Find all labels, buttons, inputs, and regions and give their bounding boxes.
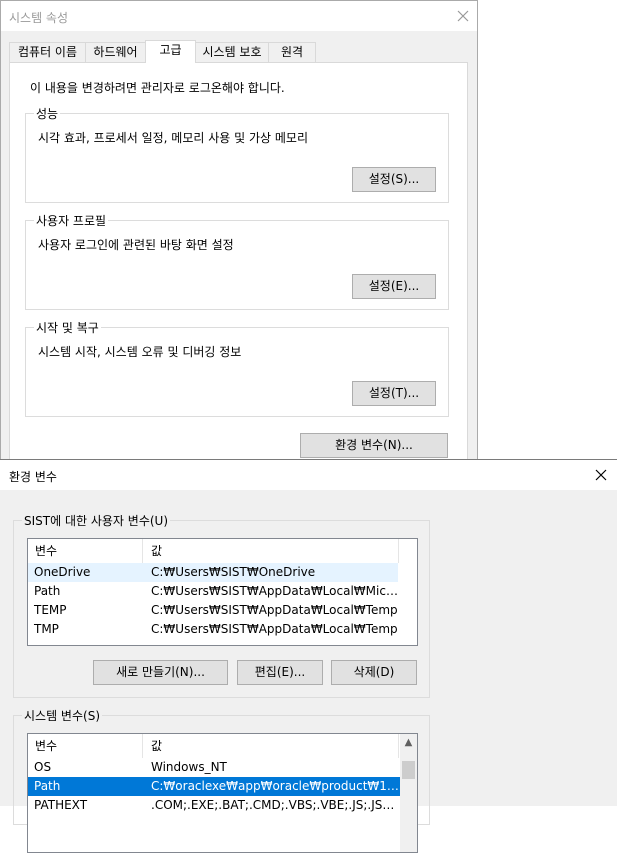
variable-value: C:₩Users₩SIST₩AppData₩Local₩Microsoft... [151, 584, 399, 598]
variable-value: C:₩oraclexe₩app₩oracle₩product₩11.2.0... [151, 779, 399, 793]
environment-variables-window: 환경 변수 SIST에 대한 사용자 변수(U) 변수 값 OneDrive C… [0, 459, 617, 853]
system-list-header: 변수 값 [28, 734, 417, 758]
variable-value: C:₩Users₩SIST₩OneDrive [151, 565, 316, 579]
environment-variables-titlebar: 환경 변수 [0, 460, 617, 490]
user-new-button[interactable]: 새로 만들기(N)... [93, 660, 228, 685]
tab-computer-name[interactable]: 컴퓨터 이름 [9, 42, 86, 62]
column-header-variable[interactable]: 변수 [28, 734, 57, 758]
tab-system-protection[interactable]: 시스템 보호 [195, 42, 269, 62]
column-header-value[interactable]: 값 [144, 734, 162, 758]
list-item[interactable]: Path C:₩Users₩SIST₩AppData₩Local₩Microso… [28, 582, 399, 601]
system-variables-group: 시스템 변수(S) 변수 값 OS Windows_NT Path C:₩ora… [13, 707, 430, 853]
scrollbar-thumb[interactable] [402, 761, 415, 779]
environment-variables-button[interactable]: 환경 변수(N)... [300, 433, 448, 458]
user-list-header: 변수 값 [28, 539, 417, 563]
system-variables-list[interactable]: 변수 값 OS Windows_NT Path C:₩oraclexe₩app₩… [27, 733, 418, 853]
system-variables-label: 시스템 변수(S) [22, 707, 102, 724]
user-profiles-group: 사용자 프로필 사용자 로그인에 관련된 바탕 화면 설정 설정(E)... [25, 212, 449, 310]
variable-name: TEMP [34, 603, 67, 617]
user-profiles-description: 사용자 로그인에 관련된 바탕 화면 설정 [38, 238, 234, 252]
variable-name: TMP [34, 622, 59, 636]
variable-value: C:₩Users₩SIST₩AppData₩Local₩Temp [151, 603, 398, 617]
startup-recovery-description: 시스템 시작, 시스템 오류 및 디버깅 정보 [38, 345, 242, 359]
list-item-selected[interactable]: Path C:₩oraclexe₩app₩oracle₩product₩11.2… [28, 777, 400, 796]
user-variables-list[interactable]: 변수 값 OneDrive C:₩Users₩SIST₩OneDrive Pat… [27, 538, 418, 646]
list-item[interactable]: OS Windows_NT [28, 758, 400, 777]
list-item[interactable]: TEMP C:₩Users₩SIST₩AppData₩Local₩Temp [28, 601, 398, 620]
column-divider[interactable] [142, 539, 143, 563]
system-properties-titlebar: 시스템 속성 [1, 1, 477, 31]
column-header-value[interactable]: 값 [144, 539, 162, 563]
variable-name: OneDrive [34, 565, 91, 579]
column-header-variable[interactable]: 변수 [28, 539, 57, 563]
close-icon[interactable] [453, 6, 473, 26]
column-divider[interactable] [398, 734, 399, 758]
window-title: 시스템 속성 [9, 11, 69, 25]
vertical-scrollbar[interactable]: ▲ [400, 734, 417, 852]
user-delete-button[interactable]: 삭제(D) [331, 660, 417, 685]
scroll-up-icon[interactable]: ▲ [400, 734, 417, 751]
startup-recovery-label: 시작 및 복구 [34, 319, 101, 336]
admin-note: 이 내용을 변경하려면 관리자로 로그온해야 합니다. [30, 81, 285, 95]
tab-remote[interactable]: 원격 [268, 42, 316, 62]
variable-value: Windows_NT [151, 760, 227, 774]
user-variables-label: SIST에 대한 사용자 변수(U) [22, 512, 171, 529]
window-title: 환경 변수 [9, 470, 57, 484]
performance-settings-button[interactable]: 설정(S)... [352, 167, 436, 192]
user-profiles-settings-button[interactable]: 설정(E)... [352, 274, 436, 299]
column-divider[interactable] [398, 539, 399, 563]
close-icon[interactable] [591, 465, 611, 485]
system-properties-window: 시스템 속성 컴퓨터 이름 하드웨어 고급 시스템 보호 원격 이 내용을 변경… [0, 0, 478, 470]
tab-hardware[interactable]: 하드웨어 [85, 42, 146, 62]
performance-group: 성능 시각 효과, 프로세서 일정, 메모리 사용 및 가상 메모리 설정(S)… [25, 105, 449, 203]
startup-recovery-group: 시작 및 복구 시스템 시작, 시스템 오류 및 디버깅 정보 설정(T)... [25, 319, 449, 417]
list-item[interactable]: TMP C:₩Users₩SIST₩AppData₩Local₩Temp [28, 620, 398, 639]
user-variables-group: SIST에 대한 사용자 변수(U) 변수 값 OneDrive C:₩User… [13, 512, 430, 698]
variable-name: OS [34, 760, 52, 774]
variable-value: C:₩Users₩SIST₩AppData₩Local₩Temp [151, 622, 398, 636]
user-edit-button[interactable]: 편집(E)... [237, 660, 323, 685]
performance-label: 성능 [34, 105, 61, 122]
user-profiles-label: 사용자 프로필 [34, 212, 109, 229]
performance-description: 시각 효과, 프로세서 일정, 메모리 사용 및 가상 메모리 [38, 131, 308, 145]
variable-name: Path [34, 779, 61, 793]
variable-name: Path [34, 584, 61, 598]
tab-advanced[interactable]: 고급 [145, 40, 196, 63]
column-divider[interactable] [142, 734, 143, 758]
list-item[interactable]: OneDrive C:₩Users₩SIST₩OneDrive [28, 563, 398, 582]
advanced-tab-panel: 이 내용을 변경하려면 관리자로 로그온해야 합니다. 성능 시각 효과, 프로… [9, 62, 468, 462]
startup-recovery-settings-button[interactable]: 설정(T)... [352, 381, 436, 406]
